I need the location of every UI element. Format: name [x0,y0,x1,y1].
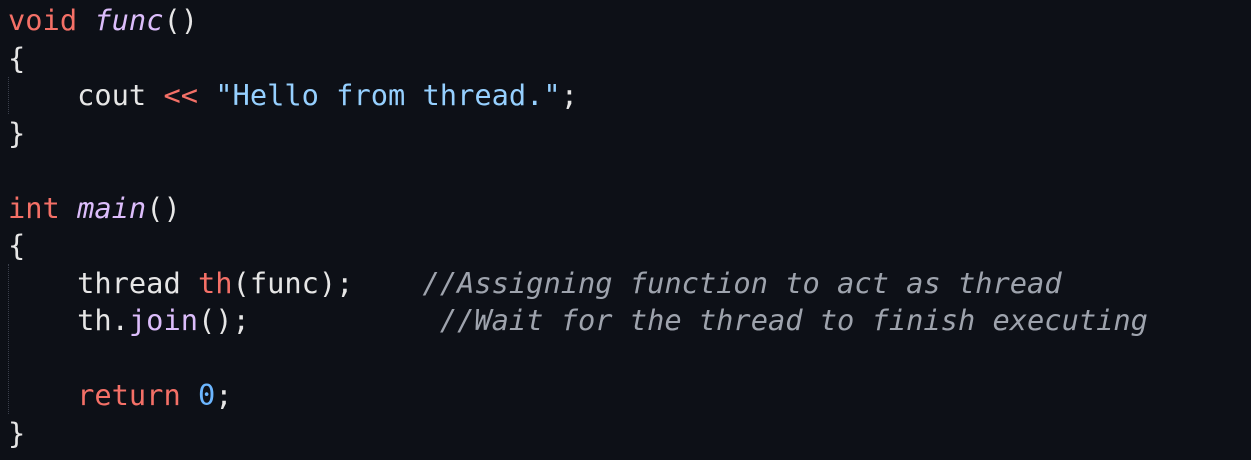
function-name-token: main [77,190,147,225]
code-line[interactable]: th.join(); //Wait for the thread to fini… [8,302,1148,340]
variable-token: th [198,265,233,300]
blank-line[interactable] [8,340,1148,378]
code-line[interactable]: thread th(func); //Assigning function to… [8,265,1148,303]
punctuation-token: () [163,3,199,37]
identifier-token: cout [8,78,164,112]
identifier-token: th. [8,303,129,337]
operator-token: << [163,78,198,112]
punctuation-token: (func); [232,265,423,300]
keyword-token: void [8,3,78,37]
keyword-token: int [8,190,60,225]
method-call-token: join [128,303,198,337]
punctuation-token: ; [560,78,578,112]
punctuation-token: ; [215,378,233,412]
function-name-token: func [94,3,164,37]
code-lines[interactable]: void func(){ cout << "Hello from thread.… [8,2,1148,452]
punctuation-token: (); [198,303,440,337]
code-line[interactable]: { [8,227,1148,265]
code-line[interactable]: void func() [8,2,1148,40]
brace-token: { [8,40,26,75]
brace-token: } [8,415,26,450]
code-line[interactable]: { [8,40,1148,78]
punctuation-token: () [146,190,181,225]
code-line[interactable]: } [8,115,1148,153]
number-token: 0 [198,378,216,412]
comment-token: //Wait for the thread to finish executin… [439,303,1148,337]
blank-line[interactable] [8,152,1148,190]
brace-token: { [8,228,26,262]
code-line[interactable]: } [8,415,1148,453]
string-token: "Hello from thread." [215,78,561,112]
code-line[interactable]: cout << "Hello from thread."; [8,77,1148,115]
comment-token: //Assigning function to act as thread [422,265,1062,300]
brace-token: } [8,115,26,150]
type-token: thread [8,265,198,300]
code-line[interactable]: int main() [8,190,1148,228]
code-line[interactable]: return 0; [8,377,1148,415]
code-editor[interactable]: void func(){ cout << "Hello from thread.… [0,0,1251,460]
keyword-token: return [77,378,181,412]
